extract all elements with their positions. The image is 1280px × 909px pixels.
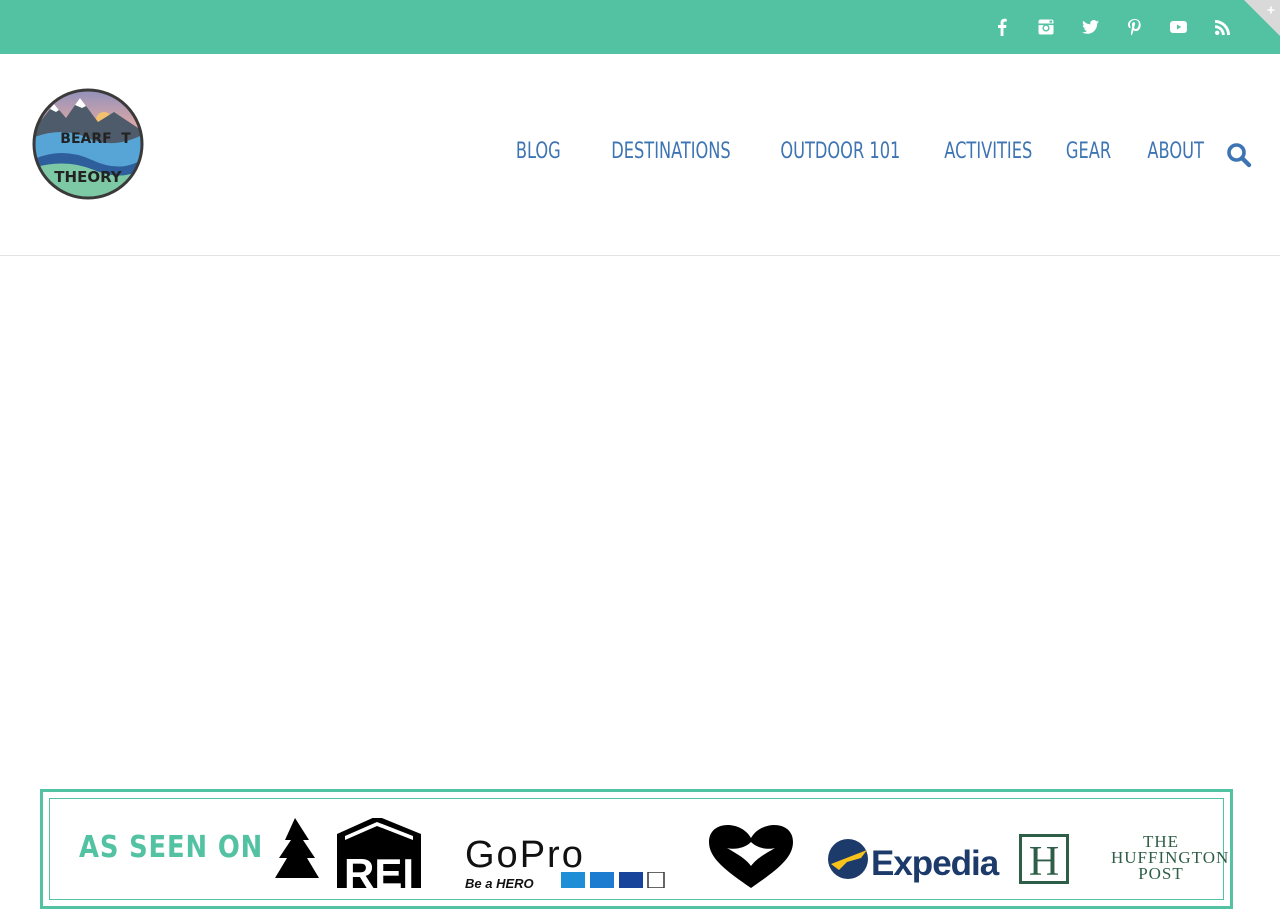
- gopro-wordmark: GoPro: [465, 834, 585, 876]
- youtube-icon[interactable]: [1156, 0, 1200, 54]
- gopro-logo[interactable]: GoPro Be a HERO: [465, 834, 665, 894]
- search-icon[interactable]: [1226, 142, 1252, 168]
- nav-destinations[interactable]: DESTINATIONS: [611, 136, 731, 168]
- rei-logo-text: REI: [344, 850, 414, 888]
- expedia-wordmark: Expedia: [871, 844, 999, 883]
- as-seen-on-title: AS SEEN ON: [79, 830, 264, 865]
- gopro-tagline: Be a HERO: [465, 876, 534, 891]
- heart-brand-logo[interactable]: [705, 818, 797, 888]
- logo-text-bottom: THEORY: [54, 168, 123, 186]
- top-bar: [0, 0, 1280, 54]
- instagram-icon[interactable]: [1024, 0, 1068, 54]
- site-logo[interactable]: BEARF T THEORY: [32, 88, 144, 200]
- nav-blog[interactable]: BLOG: [516, 136, 561, 168]
- expedia-logo[interactable]: Expedia: [827, 836, 1007, 886]
- huffington-mark: H: [1029, 839, 1059, 884]
- logo-text-top-end: T: [121, 131, 131, 147]
- site-header: BEARF T THEORY BLOG DESTINATIONS OUTDOOR…: [0, 54, 1280, 256]
- pinterest-icon[interactable]: [1112, 0, 1156, 54]
- as-seen-on-banner: AS SEEN ON REI GoPro Be a HERO Expedia H…: [40, 789, 1233, 909]
- rss-icon[interactable]: [1200, 0, 1244, 54]
- social-links: [980, 0, 1244, 54]
- sliding-bar-toggle[interactable]: [1244, 0, 1280, 36]
- nav-about[interactable]: ABOUT: [1148, 136, 1204, 168]
- logo-text-top: BEARF: [60, 131, 111, 147]
- main-nav: BLOG DESTINATIONS OUTDOOR 101 ACTIVITIES…: [482, 136, 1204, 168]
- nav-gear[interactable]: GEAR: [1066, 136, 1111, 168]
- facebook-icon[interactable]: [980, 0, 1024, 54]
- nav-activities[interactable]: ACTIVITIES: [944, 136, 1032, 168]
- nav-outdoor-101[interactable]: OUTDOOR 101: [781, 136, 901, 168]
- twitter-icon[interactable]: [1068, 0, 1112, 54]
- huffington-post-logo[interactable]: H THE HUFFINGTON POST: [1019, 832, 1230, 894]
- rei-logo[interactable]: REI: [275, 818, 425, 888]
- huffington-wordmark: THE HUFFINGTON POST: [1111, 832, 1230, 883]
